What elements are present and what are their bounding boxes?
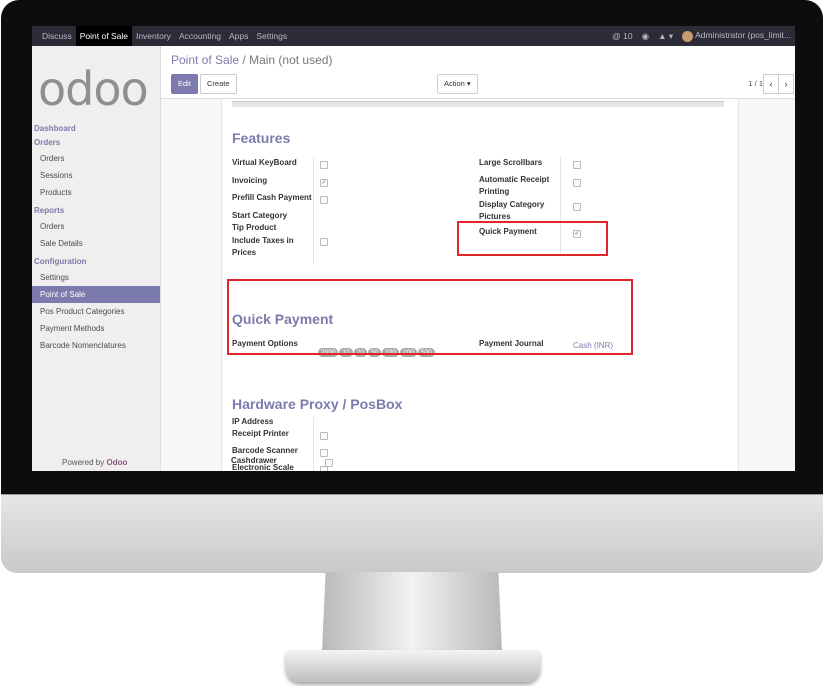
- activity-button[interactable]: @ 10: [612, 31, 632, 41]
- pager-next-button[interactable]: ›: [778, 74, 794, 94]
- include-taxes-checkbox[interactable]: [320, 238, 328, 246]
- screen: Discuss Point of Sale Inventory Accounti…: [32, 26, 795, 471]
- automatic-receipt-printing-checkbox[interactable]: [573, 179, 581, 187]
- menu-discuss[interactable]: Discuss: [38, 26, 76, 46]
- virtual-keyboard-label: Virtual KeyBoard: [232, 158, 297, 167]
- features-heading: Features: [232, 130, 291, 146]
- sidebar-item-barcode-nomenclatures[interactable]: Barcode Nomenclatures: [32, 337, 160, 354]
- include-taxes-label: Include Taxes in Prices: [232, 236, 294, 257]
- display-category-pictures-checkbox[interactable]: [573, 203, 581, 211]
- sidebar-item-point-of-sale[interactable]: Point of Sale: [32, 286, 160, 303]
- sidebar: odoo Dashboard Orders Orders Sessions Pr…: [32, 46, 161, 471]
- sidebar-nav: Dashboard Orders Orders Sessions Product…: [32, 122, 160, 354]
- pager-previous-button[interactable]: ‹: [763, 74, 779, 94]
- sidebar-item-sessions[interactable]: Sessions: [32, 167, 160, 184]
- quick-payment-highlight: [457, 221, 608, 256]
- chevron-right-icon: ›: [784, 79, 788, 89]
- cashdrawer-label: Cashdrawer: [231, 456, 277, 465]
- virtual-keyboard-checkbox[interactable]: [320, 161, 328, 169]
- receipt-printer-label: Receipt Printer: [232, 429, 289, 438]
- top-menu-bar: Discuss Point of Sale Inventory Accounti…: [32, 26, 795, 46]
- breadcrumb: Point of Sale / Main (not used): [171, 53, 332, 67]
- avatar: [682, 30, 694, 42]
- menu-accounting[interactable]: Accounting: [175, 26, 225, 46]
- toggle-menu-icon[interactable]: ▲ ▾: [658, 31, 673, 42]
- hardware-divider: [313, 417, 314, 471]
- display-category-pictures-label: Display Category Pictures: [479, 200, 545, 221]
- menu-point-of-sale[interactable]: Point of Sale: [75, 26, 132, 46]
- sidebar-head-configuration: Configuration: [34, 257, 87, 266]
- breadcrumb-separator: /: [242, 53, 246, 67]
- invoicing-label: Invoicing: [232, 176, 268, 185]
- sidebar-item-orders[interactable]: Orders: [32, 150, 160, 167]
- large-scrollbars-label: Large Scrollbars: [479, 158, 543, 167]
- sidebar-item-settings[interactable]: Settings: [32, 269, 160, 286]
- sidebar-item-pos-product-categories[interactable]: Pos Product Categories: [32, 303, 160, 320]
- action-dropdown[interactable]: Action ▾: [437, 74, 478, 94]
- features-left-divider: [313, 157, 314, 265]
- chat-icon[interactable]: ◉: [642, 31, 649, 42]
- invoicing-checkbox[interactable]: ✓: [320, 179, 328, 187]
- edit-button[interactable]: Edit: [171, 74, 198, 94]
- menu-inventory[interactable]: Inventory: [132, 26, 175, 46]
- notification-count: 10: [623, 31, 633, 41]
- odoo-logo[interactable]: odoo: [38, 62, 149, 116]
- powered-by-link[interactable]: Odoo: [106, 458, 127, 467]
- create-button[interactable]: Create: [200, 74, 237, 94]
- app-menu: Discuss Point of Sale Inventory Accounti…: [38, 26, 291, 46]
- hardware-heading: Hardware Proxy / PosBox: [232, 396, 403, 412]
- sidebar-item-payment-methods[interactable]: Payment Methods: [32, 320, 160, 337]
- systray: @ 10 ◉ ▲ ▾ Administrator (pos_limit...: [612, 26, 791, 46]
- breadcrumb-current: Main (not used): [249, 53, 333, 67]
- prefill-cash-payment-checkbox[interactable]: [320, 196, 328, 204]
- automatic-receipt-printing-label: Automatic Receipt Printing: [479, 175, 550, 196]
- chevron-left-icon: ‹: [769, 79, 773, 89]
- start-category-label: Start Category: [232, 211, 288, 220]
- sidebar-head-orders: Orders: [34, 138, 61, 147]
- user-name: Administrator (pos_limit...: [695, 30, 791, 41]
- control-panel: Point of Sale / Main (not used) Edit Cre…: [161, 46, 795, 99]
- breadcrumb-parent[interactable]: Point of Sale: [171, 53, 239, 67]
- powered-by-text: Powered by: [62, 458, 105, 467]
- sidebar-head-reports: Reports: [34, 206, 65, 215]
- sidebar-item-products[interactable]: Products: [32, 184, 160, 201]
- menu-settings[interactable]: Settings: [252, 26, 291, 46]
- monitor-chin: [1, 494, 823, 573]
- ip-address-label: IP Address: [232, 417, 274, 426]
- barcode-scanner-checkbox[interactable]: [320, 449, 328, 457]
- cashdrawer-checkbox[interactable]: [325, 459, 333, 467]
- prefill-cash-payment-label: Prefill Cash Payment: [232, 193, 312, 202]
- monitor-stand-neck: [322, 572, 502, 652]
- user-menu[interactable]: Administrator (pos_limit...: [682, 30, 791, 42]
- quick-payment-section-highlight: [227, 279, 633, 355]
- large-scrollbars-checkbox[interactable]: [573, 161, 581, 169]
- sidebar-item-sale-details[interactable]: Sale Details: [32, 235, 160, 252]
- at-icon: @: [612, 31, 621, 41]
- sidebar-head-dashboard[interactable]: Dashboard: [32, 122, 160, 136]
- powered-by: Powered by Odoo: [62, 458, 127, 467]
- sheet-divider: [232, 101, 724, 107]
- pager-value[interactable]: 1 / 1: [748, 79, 763, 88]
- sidebar-item-report-orders[interactable]: Orders: [32, 218, 160, 235]
- menu-apps[interactable]: Apps: [225, 26, 252, 46]
- tip-product-label: Tip Product: [232, 223, 277, 232]
- receipt-printer-checkbox[interactable]: [320, 432, 328, 440]
- monitor-stand-foot: [286, 650, 540, 682]
